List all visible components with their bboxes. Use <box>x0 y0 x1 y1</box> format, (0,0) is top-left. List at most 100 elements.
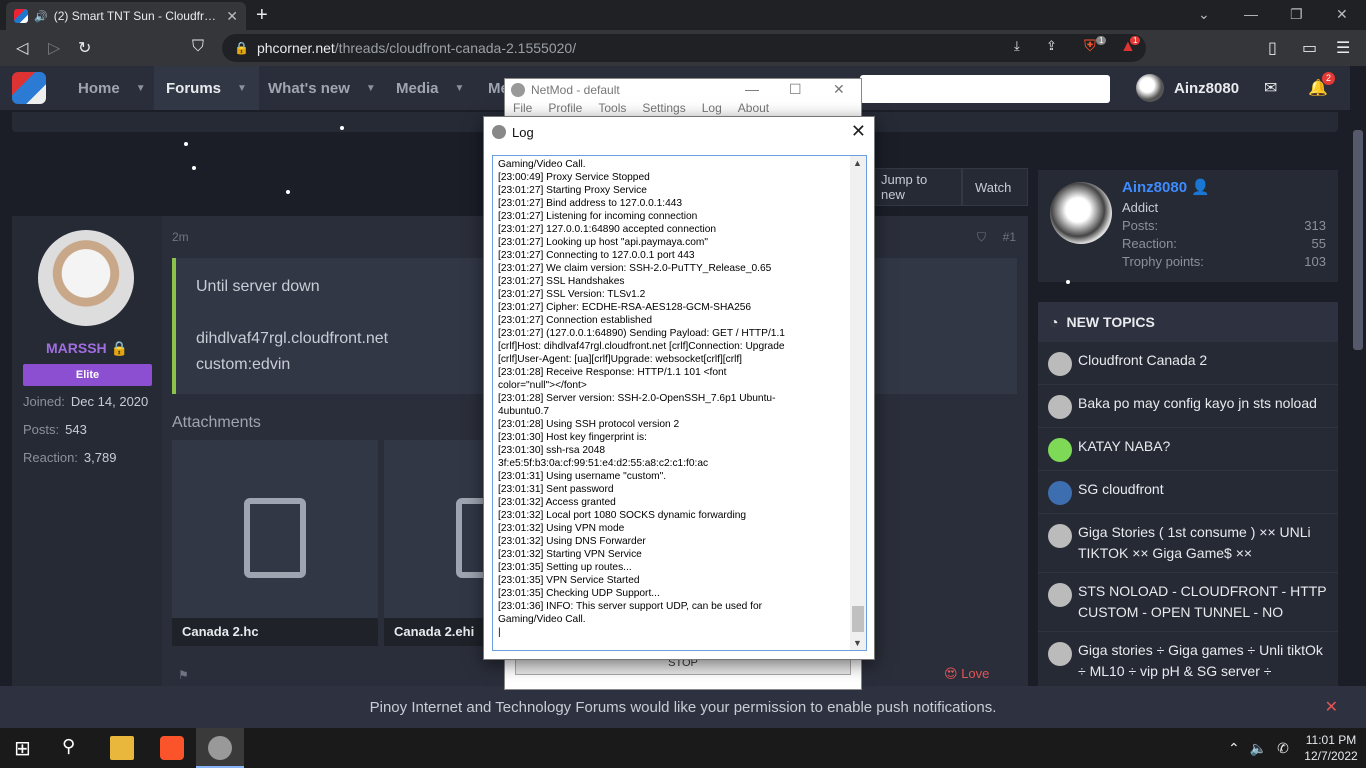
scroll-down-icon[interactable]: ▼ <box>853 638 862 648</box>
reload-icon[interactable]: ↻ <box>78 38 91 58</box>
system-clock[interactable]: 11:01 PM 12/7/2022 <box>1300 732 1362 764</box>
sidebar-username[interactable]: Ainz8080 👤 <box>1122 178 1210 196</box>
maximize-button[interactable]: ☐ <box>789 81 802 98</box>
scrollbar-thumb[interactable] <box>852 606 864 632</box>
chevron-up-icon[interactable]: ⌃ <box>1228 740 1240 757</box>
file-explorer-icon[interactable] <box>110 736 134 760</box>
topic-title[interactable]: KATAY NABA? <box>1078 436 1170 462</box>
star-decoration <box>184 142 188 146</box>
browser-tab[interactable]: 🔊 (2) Smart TNT Sun - Cloudfront ✕ <box>6 2 246 30</box>
stat-label: Reaction: <box>1122 236 1177 251</box>
star-decoration <box>286 190 290 194</box>
install-icon[interactable]: ⤓ <box>1014 38 1020 54</box>
jump-to-new-button[interactable]: Jump to new <box>868 168 962 206</box>
sidebar-profile-card: Ainz8080 👤 Addict Posts: 313 Reaction: 55 … <box>1038 170 1338 282</box>
topic-title[interactable]: SG cloudfront <box>1078 479 1164 505</box>
topics-icon: ◔ <box>1050 314 1059 330</box>
list-item[interactable]: Baka po may config kayo jn sts noload <box>1038 385 1338 428</box>
avatar[interactable] <box>38 230 134 326</box>
minimize-button[interactable]: — <box>745 81 759 97</box>
site-logo-icon[interactable] <box>12 72 46 104</box>
brave-browser-icon[interactable] <box>160 736 184 760</box>
close-tab-icon[interactable]: ✕ <box>226 8 238 25</box>
tab-search-icon[interactable]: ⌄ <box>1198 6 1210 23</box>
volume-icon[interactable]: 🔈 <box>1250 740 1267 757</box>
menu-icon[interactable]: ☰ <box>1336 38 1350 58</box>
nav-media[interactable]: Media ▼ <box>384 66 476 110</box>
wallet-icon[interactable]: ▭ <box>1302 38 1317 58</box>
netmod-app-icon <box>492 125 506 139</box>
list-item[interactable]: Cloudfront Canada 2 <box>1038 342 1338 385</box>
report-flag-icon[interactable]: ⚑ <box>178 668 189 682</box>
scroll-up-icon[interactable]: ▲ <box>853 158 862 168</box>
star-decoration <box>192 166 196 170</box>
maximize-button[interactable]: ❐ <box>1290 6 1303 23</box>
post-number[interactable]: ⛉ #1 <box>977 230 1016 245</box>
topic-title[interactable]: Giga stories ÷ Giga games ÷ Unli tiktOk … <box>1078 640 1328 682</box>
list-item[interactable]: Giga stories ÷ Giga games ÷ Unli tiktOk … <box>1038 632 1338 686</box>
search-icon[interactable]: ⚲ <box>62 736 86 760</box>
post-author-name: MARSSH <box>46 340 107 356</box>
minimize-button[interactable]: — <box>1244 6 1258 22</box>
new-tab-button[interactable]: + <box>256 4 268 27</box>
list-item[interactable]: KATAY NABA? <box>1038 428 1338 471</box>
close-icon[interactable]: ✕ <box>1325 697 1338 717</box>
nav-forums[interactable]: Forums ▼ <box>154 66 259 110</box>
chevron-down-icon[interactable]: ▼ <box>237 83 247 94</box>
topic-title[interactable]: Giga Stories ( 1st consume ) ×× UNLi TIK… <box>1078 522 1328 564</box>
sidebar-toggle-icon[interactable]: ▯ <box>1268 38 1277 58</box>
list-item[interactable]: STS NOLOAD - CLOUDFRONT - HTTP CUSTOM - … <box>1038 573 1338 632</box>
chevron-down-icon[interactable]: ▼ <box>136 83 146 94</box>
network-icon[interactable]: ✆ <box>1277 740 1289 757</box>
nav-whats-new[interactable]: What's new ▼ <box>256 66 388 110</box>
windows-start-icon[interactable]: ⊞ <box>14 736 38 760</box>
back-icon[interactable]: ◁ <box>16 38 28 58</box>
list-item[interactable]: Giga Stories ( 1st consume ) ×× UNLi TIK… <box>1038 514 1338 573</box>
log-scrollbar[interactable]: ▲ ▼ <box>850 156 866 650</box>
brave-shield-icon[interactable]: ⛨ <box>1084 38 1096 56</box>
close-icon[interactable]: ✕ <box>851 121 866 142</box>
address-bar[interactable]: 🔒 phcorner.net/threads/cloudfront-canada… <box>222 34 1146 62</box>
browser-tabbar: 🔊 (2) Smart TNT Sun - Cloudfront ✕ + ⌄ —… <box>0 0 1366 30</box>
share-icon[interactable]: ⇪ <box>1046 38 1057 54</box>
post-author[interactable]: MARSSH 🔒 <box>12 340 162 357</box>
nav-whats-new-label: What's new <box>268 79 350 97</box>
bookmark-icon[interactable]: ⛉ <box>977 230 986 244</box>
attachment-name: Canada 2.hc <box>172 618 378 646</box>
topic-title[interactable]: STS NOLOAD - CLOUDFRONT - HTTP CUSTOM - … <box>1078 581 1328 623</box>
topic-title[interactable]: Baka po may config kayo jn sts noload <box>1078 393 1317 419</box>
forward-icon[interactable]: ▷ <box>48 38 60 58</box>
joined-value: Dec 14, 2020 <box>70 394 149 409</box>
topic-title[interactable]: Cloudfront Canada 2 <box>1078 350 1207 376</box>
nav-forums-label: Forums <box>166 79 222 97</box>
netmod-taskbar-item[interactable] <box>196 728 244 768</box>
chevron-down-icon[interactable]: ▼ <box>366 83 376 94</box>
nav-home[interactable]: Home ▼ <box>66 66 158 110</box>
love-reaction-button[interactable]: 😍 Love <box>944 666 989 682</box>
avatar <box>1048 583 1072 607</box>
chevron-down-icon[interactable]: ▼ <box>455 83 465 94</box>
new-topics-header: ◔ NEW TOPICS <box>1038 302 1338 342</box>
watch-button[interactable]: Watch <box>962 168 1028 206</box>
user-menu[interactable]: Ainz8080 <box>1136 74 1239 102</box>
page-scrollbar[interactable] <box>1350 66 1366 728</box>
stat-value: 313 <box>1304 218 1326 233</box>
close-window-button[interactable]: ✕ <box>1336 6 1348 23</box>
list-item[interactable]: SG cloudfront <box>1038 471 1338 514</box>
mail-icon[interactable]: ✉ <box>1264 78 1277 98</box>
post-time[interactable]: 2m <box>172 230 189 244</box>
speaker-icon[interactable]: 🔊 <box>34 10 48 23</box>
clock-time: 11:01 PM <box>1305 733 1357 747</box>
shield-icon: 🔒 <box>110 340 128 356</box>
post-user-pane: MARSSH 🔒 Elite Joined: Dec 14, 2020 Posts… <box>12 216 162 686</box>
avatar[interactable] <box>1050 182 1112 244</box>
log-textarea[interactable]: Gaming/Video Call. [23:00:49] Proxy Serv… <box>492 155 867 651</box>
joined-label: Joined: <box>23 394 65 409</box>
search-input[interactable] <box>860 75 1110 103</box>
url-host: phcorner.net <box>256 40 335 56</box>
attachment-item[interactable]: Canada 2.hc <box>172 440 378 646</box>
close-window-button[interactable]: ✕ <box>833 81 845 98</box>
new-topics-panel: ◔ NEW TOPICS Cloudfront Canada 2 Baka po … <box>1038 302 1338 686</box>
bookmark-icon[interactable]: ⛉ <box>192 38 204 56</box>
scrollbar-thumb[interactable] <box>1353 130 1363 350</box>
